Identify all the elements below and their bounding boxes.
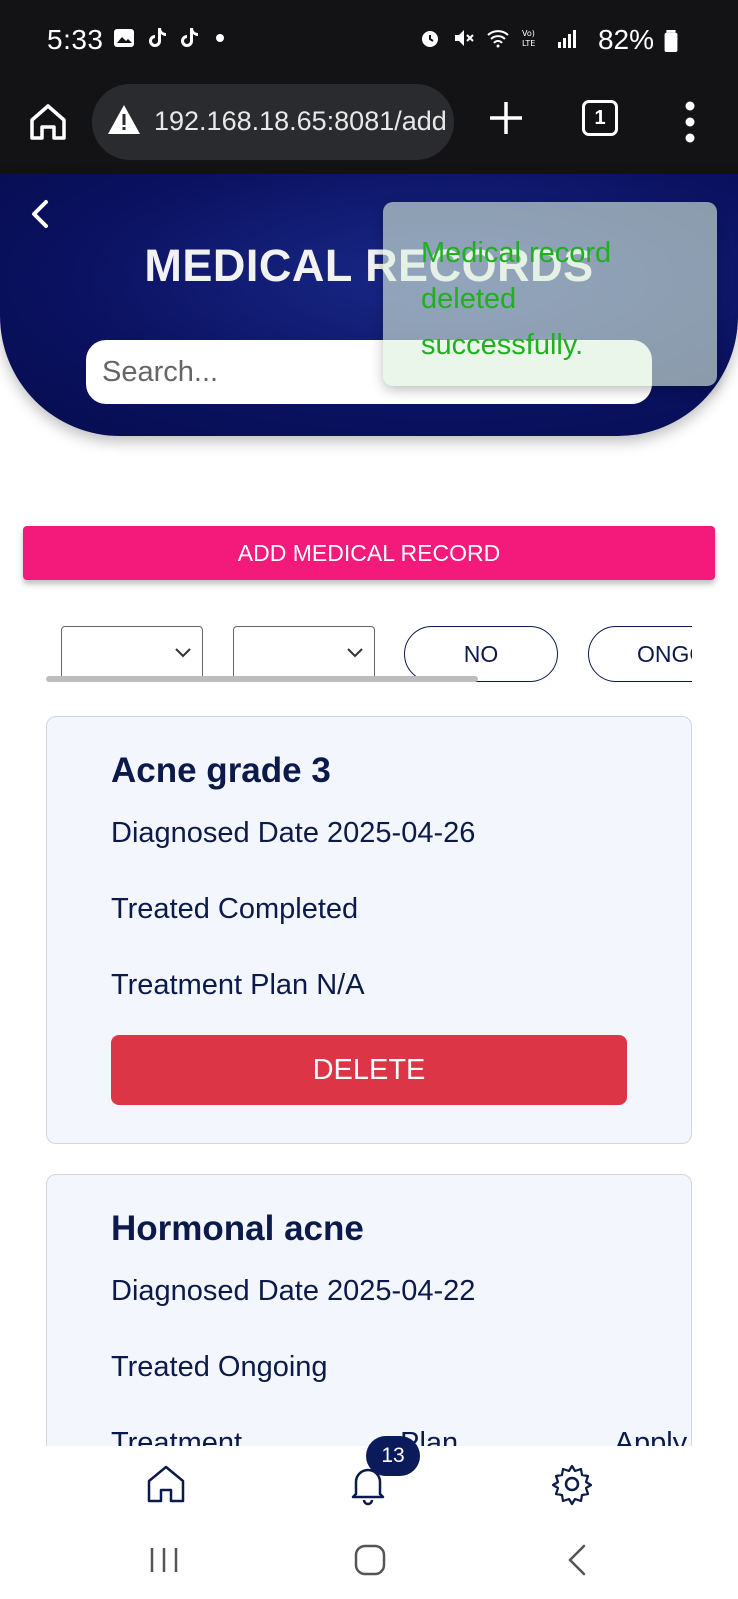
horizontal-scrollbar[interactable] — [46, 676, 478, 682]
notification-icons — [112, 26, 232, 50]
alarm-icon — [422, 31, 438, 47]
tab-switcher-button[interactable]: 1 — [582, 100, 618, 136]
toast-message: Medical record deleted successfully. — [421, 237, 612, 361]
tiktok-icon — [181, 28, 198, 47]
url-text[interactable]: 192.168.18.65:8081/add — [154, 106, 447, 137]
warning-icon[interactable] — [106, 102, 142, 138]
system-navigation-bar — [0, 1526, 738, 1599]
record-card: Acne grade 3 Diagnosed Date 2025-04-26 T… — [46, 716, 692, 1144]
delete-button[interactable]: DELETE — [111, 1035, 627, 1105]
home-button-icon[interactable] — [350, 1540, 390, 1580]
record-treated-status: Treated Completed — [111, 893, 359, 925]
dot-icon — [216, 34, 224, 42]
notification-badge: 13 — [366, 1436, 420, 1476]
record-title: Acne grade 3 — [111, 751, 331, 790]
bottom-navigation: 13 — [0, 1436, 738, 1526]
new-tab-icon[interactable] — [486, 98, 526, 138]
svg-text:LTE: LTE — [522, 39, 535, 48]
gear-icon[interactable] — [550, 1462, 594, 1506]
address-bar[interactable]: 192.168.18.65:8081/add — [92, 84, 454, 160]
filter-select-2[interactable] — [233, 626, 375, 682]
mute-icon — [455, 30, 474, 46]
record-treatment-plan: Treatment Plan N/A — [111, 969, 365, 1001]
home-icon[interactable] — [26, 100, 70, 144]
battery-icon — [664, 30, 678, 52]
record-treated-status: Treated Ongoing — [111, 1351, 328, 1383]
image-icon — [114, 29, 134, 47]
signal-icon — [558, 30, 576, 48]
record-diagnosed-date: Diagnosed Date 2025-04-26 — [111, 817, 476, 849]
filter-pill-no[interactable]: NO — [404, 626, 558, 682]
record-title: Hormonal acne — [111, 1209, 364, 1248]
filter-pill-ongoing[interactable]: ONGOING — [588, 626, 692, 682]
battery-percent: 82% — [597, 24, 654, 55]
status-bar: 5:33 Vo) LTE 82% — [0, 0, 738, 84]
home-icon[interactable] — [144, 1462, 188, 1506]
tiktok-icon — [149, 28, 166, 47]
filter-select-1[interactable] — [61, 626, 203, 682]
volte-icon: Vo)LTE — [522, 29, 535, 48]
back-icon[interactable] — [558, 1540, 598, 1580]
success-toast: Medical record deleted successfully. — [383, 202, 717, 386]
wifi-icon — [487, 30, 509, 48]
browser-toolbar: 192.168.18.65:8081/add 1 — [0, 84, 738, 176]
recent-apps-icon[interactable] — [144, 1540, 184, 1580]
svg-text:Vo): Vo) — [522, 29, 535, 38]
back-chevron-icon[interactable] — [26, 196, 56, 232]
system-icons: Vo) LTE — [418, 26, 578, 50]
add-medical-record-button[interactable]: ADD MEDICAL RECORD — [23, 526, 715, 580]
chevron-down-icon — [347, 648, 363, 658]
status-time: 5:33 — [47, 24, 104, 55]
chevron-down-icon — [175, 648, 191, 658]
more-menu-icon[interactable] — [684, 100, 696, 144]
record-diagnosed-date: Diagnosed Date 2025-04-22 — [111, 1275, 476, 1307]
